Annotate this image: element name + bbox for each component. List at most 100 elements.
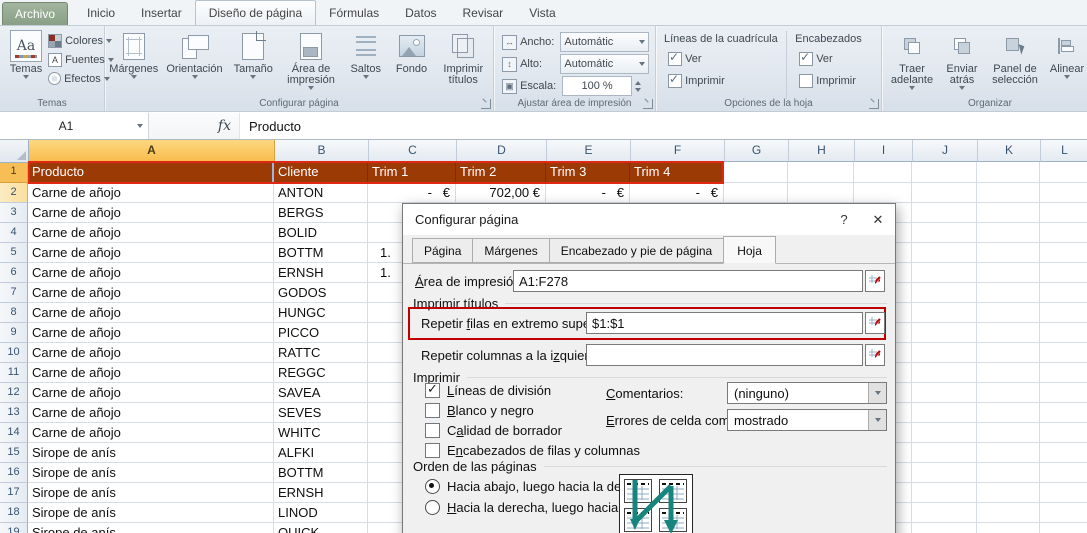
escala-input[interactable]: 100 % <box>562 76 632 96</box>
row-header-7[interactable]: 7 <box>0 283 28 303</box>
gridlines-checkbox[interactable]: Líneas de división <box>425 382 551 398</box>
row-column-headings-checkbox[interactable]: Encabezados de filas y columnas <box>425 442 640 458</box>
cell-A4[interactable]: Carne de añojo <box>28 223 274 243</box>
cell-B4[interactable]: BOLID <box>274 223 368 243</box>
fondo-button[interactable]: Fondo <box>390 29 434 97</box>
tab-formulas[interactable]: Fórmulas <box>316 1 392 25</box>
orientacion-button[interactable]: Orientación <box>163 29 227 97</box>
row-header-9[interactable]: 9 <box>0 323 28 343</box>
cell-K5[interactable] <box>977 243 1040 263</box>
panel-de-seleccion-button[interactable]: Panel de selección <box>986 29 1044 97</box>
cell-J15[interactable] <box>912 443 977 463</box>
cell-J2[interactable] <box>912 183 977 203</box>
cell-L9[interactable] <box>1040 323 1087 343</box>
row-header-13[interactable]: 13 <box>0 403 28 423</box>
cell-A15[interactable]: Sirope de anís <box>28 443 274 463</box>
cell-B5[interactable]: BOTTM <box>274 243 368 263</box>
cell-K7[interactable] <box>977 283 1040 303</box>
repeat-columns-collapse-button[interactable] <box>865 344 885 366</box>
cell-A2[interactable]: Carne de añojo <box>28 183 274 203</box>
cell-D2[interactable]: 702,00 € <box>456 183 546 203</box>
cell-K11[interactable] <box>977 363 1040 383</box>
draft-quality-checkbox[interactable]: Calidad de borrador <box>425 422 562 438</box>
cell-A9[interactable]: Carne de añojo <box>28 323 274 343</box>
alto-dropdown[interactable]: Automátic <box>560 54 649 74</box>
cell-B18[interactable]: LINOD <box>274 503 368 523</box>
cell-K3[interactable] <box>977 203 1040 223</box>
cell-G1[interactable] <box>724 162 788 183</box>
headings-imprimir-checkbox[interactable]: Imprimir <box>795 71 881 90</box>
cell-B17[interactable]: ERNSH <box>274 483 368 503</box>
cell-B9[interactable]: PICCO <box>274 323 368 343</box>
cell-B13[interactable]: SEVES <box>274 403 368 423</box>
cell-L14[interactable] <box>1040 423 1087 443</box>
cell-L19[interactable] <box>1040 523 1087 533</box>
cell-L7[interactable] <box>1040 283 1087 303</box>
row-header-3[interactable]: 3 <box>0 203 28 223</box>
cell-J4[interactable] <box>912 223 977 243</box>
row-header-15[interactable]: 15 <box>0 443 28 463</box>
ajustar-area-dialog-launcher[interactable] <box>643 99 653 109</box>
cell-A8[interactable]: Carne de añojo <box>28 303 274 323</box>
gridlines-ver-checkbox[interactable]: Ver <box>664 49 786 68</box>
tab-revisar[interactable]: Revisar <box>450 1 517 25</box>
row-header-5[interactable]: 5 <box>0 243 28 263</box>
dialog-tab-margenes[interactable]: Márgenes <box>472 238 549 263</box>
cell-C2[interactable]: - € <box>368 183 456 203</box>
cell-L3[interactable] <box>1040 203 1087 223</box>
cell-J3[interactable] <box>912 203 977 223</box>
cell-J10[interactable] <box>912 343 977 363</box>
column-header-I[interactable]: I <box>855 140 913 162</box>
row-header-17[interactable]: 17 <box>0 483 28 503</box>
cell-D1[interactable]: Trim 2 <box>456 162 546 183</box>
cell-A7[interactable]: Carne de añojo <box>28 283 274 303</box>
cell-B8[interactable]: HUNGC <box>274 303 368 323</box>
black-and-white-checkbox[interactable]: Blanco y negro <box>425 402 534 418</box>
cell-H1[interactable] <box>788 162 854 183</box>
cell-A16[interactable]: Sirope de anís <box>28 463 274 483</box>
cell-A13[interactable]: Carne de añojo <box>28 403 274 423</box>
cell-J9[interactable] <box>912 323 977 343</box>
cell-J12[interactable] <box>912 383 977 403</box>
cell-B10[interactable]: RATTC <box>274 343 368 363</box>
dialog-tab-hoja[interactable]: Hoja <box>723 236 776 264</box>
fuentes-button[interactable]: A Fuentes <box>48 50 114 69</box>
cell-B7[interactable]: GODOS <box>274 283 368 303</box>
cell-K2[interactable] <box>977 183 1040 203</box>
cell-L5[interactable] <box>1040 243 1087 263</box>
dialog-close-button[interactable]: ✕ <box>861 204 895 235</box>
cell-K19[interactable] <box>977 523 1040 533</box>
traer-adelante-button[interactable]: Traer adelante <box>886 29 938 97</box>
enviar-atras-button[interactable]: Enviar atrás <box>938 29 986 97</box>
cell-L15[interactable] <box>1040 443 1087 463</box>
cell-J18[interactable] <box>912 503 977 523</box>
cell-I1[interactable] <box>854 162 912 183</box>
repeat-rows-input[interactable] <box>586 312 863 334</box>
dialog-help-button[interactable]: ? <box>827 204 861 235</box>
cell-J17[interactable] <box>912 483 977 503</box>
cell-A10[interactable]: Carne de añojo <box>28 343 274 363</box>
cell-A11[interactable]: Carne de añojo <box>28 363 274 383</box>
cell-L13[interactable] <box>1040 403 1087 423</box>
cell-B12[interactable]: SAVEA <box>274 383 368 403</box>
cell-A3[interactable]: Carne de añojo <box>28 203 274 223</box>
cell-L8[interactable] <box>1040 303 1087 323</box>
ancho-dropdown[interactable]: Automátic <box>560 32 649 52</box>
cell-B11[interactable]: REGGC <box>274 363 368 383</box>
column-header-F[interactable]: F <box>631 140 725 162</box>
cell-A5[interactable]: Carne de añojo <box>28 243 274 263</box>
row-header-16[interactable]: 16 <box>0 463 28 483</box>
row-header-4[interactable]: 4 <box>0 223 28 243</box>
dialog-tab-pagina[interactable]: Página <box>412 238 473 263</box>
tab-datos[interactable]: Datos <box>392 1 449 25</box>
cell-A1[interactable]: Producto <box>28 162 274 183</box>
cell-L16[interactable] <box>1040 463 1087 483</box>
cell-B1[interactable]: Cliente <box>274 162 368 183</box>
cell-K17[interactable] <box>977 483 1040 503</box>
alinear-button[interactable]: Alinear <box>1044 29 1087 97</box>
cell-J6[interactable] <box>912 263 977 283</box>
cell-L12[interactable] <box>1040 383 1087 403</box>
margenes-button[interactable]: Márgenes <box>107 29 161 97</box>
gridlines-imprimir-checkbox[interactable]: Imprimir <box>664 71 786 90</box>
cell-K13[interactable] <box>977 403 1040 423</box>
